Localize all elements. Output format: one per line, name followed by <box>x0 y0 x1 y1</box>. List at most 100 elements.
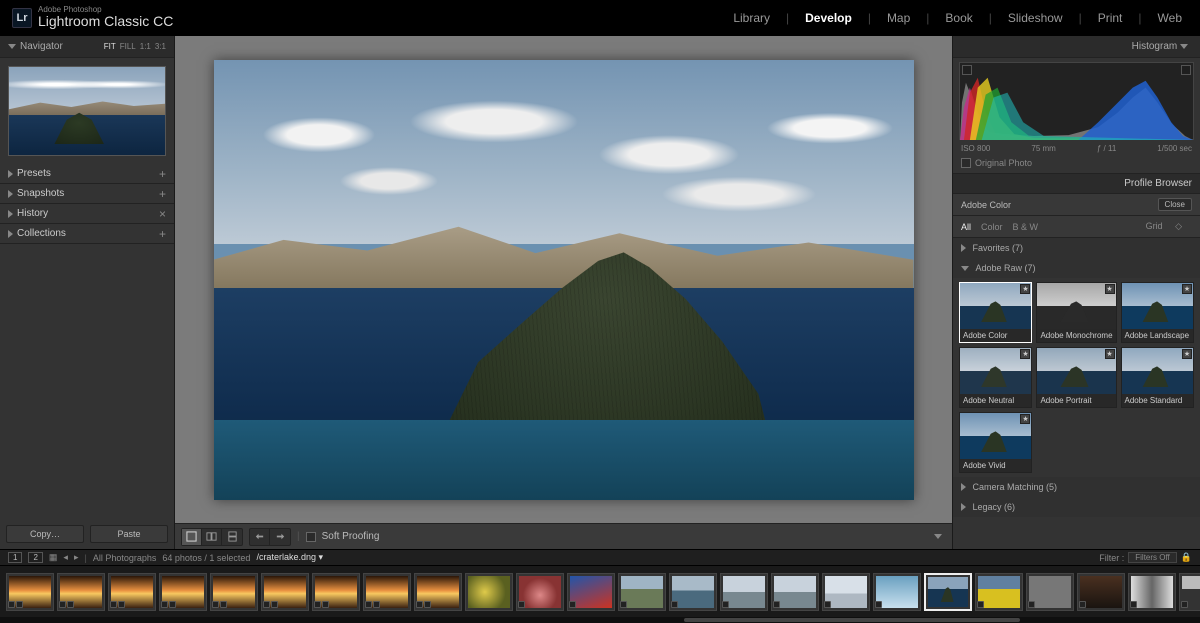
module-web[interactable]: Web <box>1152 11 1188 25</box>
filmstrip-thumb[interactable] <box>1026 573 1074 611</box>
original-photo-row[interactable]: Original Photo <box>953 155 1200 174</box>
filmstrip-thumb[interactable] <box>57 573 105 611</box>
filmstrip-thumb[interactable] <box>210 573 258 611</box>
filmstrip-thumb[interactable] <box>567 573 615 611</box>
filmstrip-thumb[interactable] <box>975 573 1023 611</box>
module-book[interactable]: Book <box>939 11 978 25</box>
favorite-star-icon[interactable]: ★ <box>1020 414 1030 424</box>
histogram[interactable] <box>959 62 1194 140</box>
filmstrip-thumb[interactable] <box>159 573 207 611</box>
chevron-right-icon <box>961 244 966 252</box>
close-icon[interactable]: × <box>159 207 166 221</box>
filmstrip-thumb[interactable] <box>108 573 156 611</box>
before-after-swap-group <box>249 528 291 546</box>
filmstrip-thumb[interactable] <box>465 573 513 611</box>
profile-adobe-portrait[interactable]: ★Adobe Portrait <box>1036 347 1116 408</box>
before-after-lr-button[interactable] <box>202 529 222 545</box>
monitor-2-tab[interactable]: 2 <box>28 552 42 563</box>
legacy-section[interactable]: Legacy (6) <box>953 497 1200 517</box>
navigator-header[interactable]: Navigator FIT FILL 1:1 3:1 <box>0 36 174 58</box>
module-print[interactable]: Print <box>1092 11 1129 25</box>
filter-all[interactable]: All <box>961 222 971 232</box>
swap-before-after-button[interactable] <box>250 529 270 545</box>
filmstrip-thumb[interactable] <box>822 573 870 611</box>
view-mode-group <box>181 528 243 546</box>
filmstrip-thumb[interactable] <box>414 573 462 611</box>
before-after-tb-button[interactable] <box>222 529 242 545</box>
profile-browser-header[interactable]: Profile Browser <box>953 174 1200 194</box>
panel-collections[interactable]: Collections+ <box>0 224 174 244</box>
panel-presets[interactable]: Presets+ <box>0 164 174 184</box>
filter-dropdown[interactable]: Filters Off <box>1128 552 1177 563</box>
brand-title: Lightroom Classic CC <box>38 14 173 29</box>
favorite-star-icon[interactable]: ★ <box>1105 284 1115 294</box>
profile-adobe-vivid[interactable]: ★Adobe Vivid <box>959 412 1032 473</box>
module-map[interactable]: Map <box>881 11 916 25</box>
filter-bw[interactable]: B & W <box>1013 222 1039 232</box>
profile-adobe-color[interactable]: ★Adobe Color <box>959 282 1032 343</box>
module-develop[interactable]: Develop <box>799 11 858 25</box>
filter-color[interactable]: Color <box>981 222 1003 232</box>
zoom-1-1[interactable]: 1:1 <box>140 42 151 51</box>
filmstrip-thumb[interactable] <box>312 573 360 611</box>
filmstrip-thumb[interactable] <box>771 573 819 611</box>
camera-matching-section[interactable]: Camera Matching (5) <box>953 477 1200 497</box>
filmstrip-thumb[interactable] <box>618 573 666 611</box>
module-library[interactable]: Library <box>727 11 776 25</box>
plus-icon[interactable]: + <box>159 167 166 181</box>
filename-label[interactable]: /craterlake.dng ▾ <box>256 552 323 563</box>
close-button[interactable]: Close <box>1158 198 1192 211</box>
filmstrip-thumb[interactable] <box>516 573 564 611</box>
filmstrip-thumb-selected[interactable] <box>924 573 972 611</box>
zoom-fill[interactable]: FILL <box>120 42 136 51</box>
filter-lock-icon[interactable]: 🔒 <box>1181 552 1192 563</box>
next-photo-icon[interactable]: ▸ <box>74 552 79 563</box>
grid-icon[interactable]: ▦ <box>49 552 58 563</box>
favorite-star-icon[interactable]: ★ <box>1182 349 1192 359</box>
prev-photo-icon[interactable]: ◂ <box>63 552 68 563</box>
profile-adobe-standard[interactable]: ★Adobe Standard <box>1121 347 1194 408</box>
panel-history[interactable]: History× <box>0 204 174 224</box>
filmstrip-thumb[interactable] <box>1128 573 1176 611</box>
profile-adobe-neutral[interactable]: ★Adobe Neutral <box>959 347 1032 408</box>
panel-snapshots[interactable]: Snapshots+ <box>0 184 174 204</box>
zoom-fit[interactable]: FIT <box>104 42 116 51</box>
original-photo-checkbox[interactable] <box>961 158 971 168</box>
copy-button[interactable]: Copy… <box>6 525 84 543</box>
filmstrip-thumb[interactable] <box>261 573 309 611</box>
adobe-raw-section[interactable]: Adobe Raw (7) <box>953 258 1200 278</box>
profile-adobe-landscape[interactable]: ★Adobe Landscape <box>1121 282 1194 343</box>
copy-after-to-before-button[interactable] <box>270 529 290 545</box>
grid-view-toggle[interactable]: Grid ◇ <box>1146 221 1182 232</box>
favorites-section[interactable]: Favorites (7) <box>953 238 1200 258</box>
filmstrip-scrollbar[interactable] <box>0 617 1200 623</box>
filmstrip-thumb[interactable] <box>873 573 921 611</box>
favorite-star-icon[interactable]: ★ <box>1020 349 1030 359</box>
plus-icon[interactable]: + <box>159 187 166 201</box>
filmstrip-thumb[interactable] <box>1077 573 1125 611</box>
navigator-thumbnail[interactable] <box>8 66 166 156</box>
meta-fstop: ƒ / 11 <box>1097 144 1116 153</box>
source-label[interactable]: All Photographs <box>93 553 157 563</box>
profile-adobe-monochrome[interactable]: ★Adobe Monochrome <box>1036 282 1116 343</box>
loupe-view-button[interactable] <box>182 529 202 545</box>
filmstrip-thumb[interactable] <box>669 573 717 611</box>
filmstrip[interactable] <box>0 565 1200 617</box>
module-slideshow[interactable]: Slideshow <box>1002 11 1069 25</box>
main-image-canvas[interactable] <box>214 60 914 500</box>
monitor-1-tab[interactable]: 1 <box>8 552 22 563</box>
filmstrip-thumb[interactable] <box>6 573 54 611</box>
paste-button[interactable]: Paste <box>90 525 168 543</box>
plus-icon[interactable]: + <box>159 227 166 241</box>
zoom-3-1[interactable]: 3:1 <box>155 42 166 51</box>
favorite-star-icon[interactable]: ★ <box>1182 284 1192 294</box>
histogram-header[interactable]: Histogram <box>953 36 1200 58</box>
filmstrip-thumb[interactable] <box>1179 573 1200 611</box>
soft-proofing-checkbox[interactable] <box>306 532 316 542</box>
favorite-star-icon[interactable]: ★ <box>1020 284 1030 294</box>
filmstrip-thumb[interactable] <box>363 573 411 611</box>
filmstrip-thumb[interactable] <box>720 573 768 611</box>
filter-label: Filter : <box>1099 553 1124 563</box>
favorite-star-icon[interactable]: ★ <box>1105 349 1115 359</box>
toolbar-menu-icon[interactable] <box>934 534 942 539</box>
